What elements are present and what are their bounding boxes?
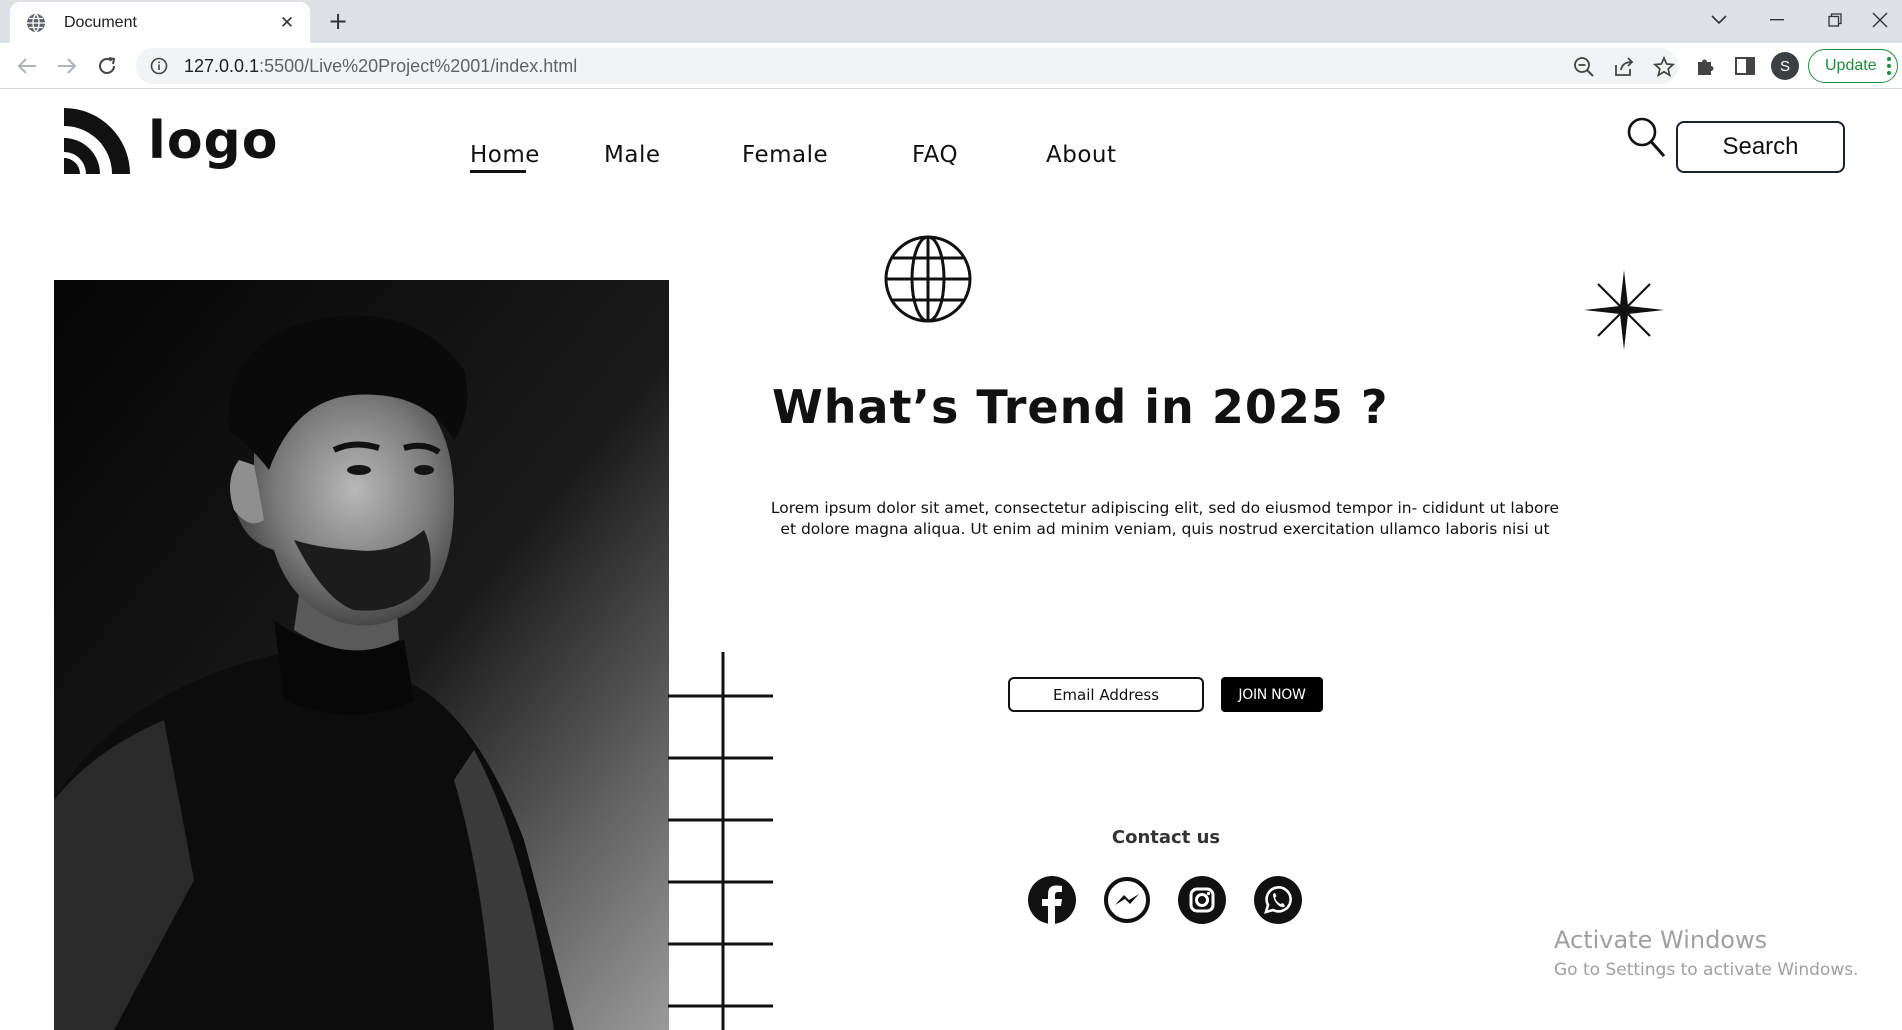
nav-male[interactable]: Male xyxy=(604,142,660,168)
browser-tab-strip: Document ✕ + xyxy=(0,0,1902,43)
reload-icon[interactable] xyxy=(92,51,122,81)
globe-icon xyxy=(884,235,972,323)
zoom-out-icon[interactable] xyxy=(1573,56,1595,78)
messenger-icon[interactable] xyxy=(1103,876,1151,924)
tab-close-icon[interactable]: ✕ xyxy=(276,12,298,34)
sparkle-star-icon xyxy=(1584,270,1664,350)
join-now-button[interactable]: JOIN NOW xyxy=(1221,677,1323,712)
instagram-icon[interactable] xyxy=(1178,876,1226,924)
update-button[interactable]: Update xyxy=(1808,49,1898,83)
browser-toolbar: 127.0.0.1:5500/Live%20Project%2001/index… xyxy=(0,43,1902,89)
search-button[interactable]: Search xyxy=(1676,121,1845,173)
back-arrow-icon[interactable] xyxy=(12,51,42,81)
search-icon[interactable] xyxy=(1626,116,1666,158)
web-page: logo Home Male Female FAQ About Search W… xyxy=(0,90,1902,1030)
menu-dots-icon[interactable] xyxy=(1887,57,1891,78)
forward-arrow-icon[interactable] xyxy=(52,51,82,81)
grid-lines-decoration xyxy=(668,652,773,1030)
whatsapp-icon[interactable] xyxy=(1254,876,1302,924)
bookmark-star-icon[interactable] xyxy=(1653,56,1675,78)
contact-us-title: Contact us xyxy=(1111,827,1221,848)
restore-icon[interactable] xyxy=(1806,0,1864,40)
activate-windows-subtitle: Go to Settings to activate Windows. xyxy=(1554,960,1859,980)
model-portrait-image xyxy=(54,280,669,1030)
nav-female[interactable]: Female xyxy=(742,142,828,168)
tab-title: Document xyxy=(64,13,137,31)
url-text: 127.0.0.1:5500/Live%20Project%2001/index… xyxy=(184,56,577,77)
tab-search-chevron-icon[interactable] xyxy=(1690,0,1748,40)
globe-favicon-icon xyxy=(27,13,45,32)
url-path: :5500/Live%20Project%2001/index.html xyxy=(259,55,578,76)
site-info-icon[interactable] xyxy=(150,57,168,75)
hero-description: Lorem ipsum dolor sit amet, consectetur … xyxy=(770,499,1560,538)
browser-tab[interactable]: Document ✕ xyxy=(10,2,310,43)
url-host: 127.0.0.1 xyxy=(184,55,260,76)
activate-windows-title: Activate Windows xyxy=(1554,926,1768,954)
facebook-icon[interactable] xyxy=(1028,876,1076,924)
site-logo[interactable]: logo xyxy=(64,108,279,174)
logo-arcs-icon xyxy=(64,108,130,174)
nav-home[interactable]: Home xyxy=(470,142,540,173)
nav-faq[interactable]: FAQ xyxy=(912,142,958,168)
email-field[interactable] xyxy=(1008,677,1204,712)
update-label: Update xyxy=(1825,57,1877,74)
minimize-icon[interactable] xyxy=(1748,0,1806,40)
side-panel-icon[interactable] xyxy=(1734,55,1756,77)
profile-avatar[interactable]: S xyxy=(1771,52,1799,80)
extensions-puzzle-icon[interactable] xyxy=(1694,55,1716,77)
address-bar[interactable]: 127.0.0.1:5500/Live%20Project%2001/index… xyxy=(136,48,1678,84)
hero-headline: What’s Trend in 2025 ? xyxy=(772,380,1389,434)
share-icon[interactable] xyxy=(1613,56,1635,78)
logo-text: logo xyxy=(148,111,279,171)
nav-about[interactable]: About xyxy=(1046,142,1117,168)
close-window-icon[interactable] xyxy=(1858,0,1902,40)
new-tab-icon[interactable]: + xyxy=(325,8,351,34)
